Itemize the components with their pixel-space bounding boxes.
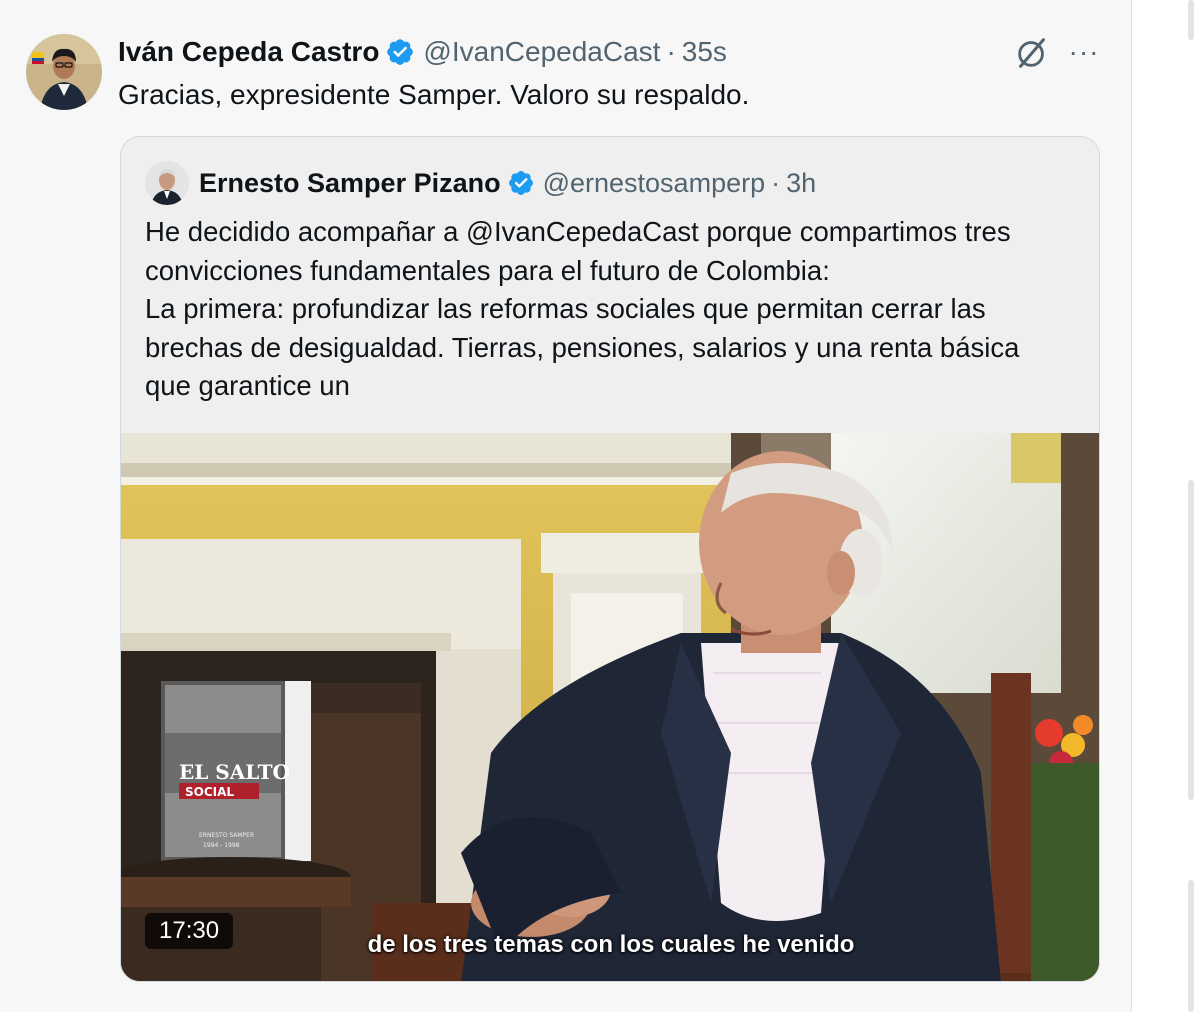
book-title: EL SALTO [179, 760, 290, 784]
video-player[interactable]: EL SALTO SOCIAL ERNESTO SAMPER 1994 - 19… [121, 433, 1099, 981]
tweet-timestamp[interactable]: 35s [682, 36, 727, 68]
book-years: 1994 - 1998 [203, 842, 240, 849]
timeline-feed: Iván Cepeda Castro @IvanCepedaCast · 35s… [0, 0, 1132, 1012]
quoted-text-line: que garantice un [145, 370, 350, 401]
tweet[interactable]: Iván Cepeda Castro @IvanCepedaCast · 35s… [0, 0, 1132, 1012]
author-avatar[interactable] [26, 34, 102, 110]
quoted-text: He decidido acompañar a @IvanCepedaCast … [145, 213, 1085, 406]
grok-slash-icon[interactable] [1012, 34, 1052, 72]
author-name[interactable]: Iván Cepeda Castro [118, 36, 379, 68]
verified-badge-icon[interactable] [507, 169, 535, 197]
quoted-text-line: brechas de desigualdad. Tierras, pension… [145, 331, 1020, 363]
book-author: ERNESTO SAMPER [199, 832, 254, 839]
quoted-text-line: He decidido acompañar a @IvanCepedaCast … [145, 216, 1011, 247]
author-handle[interactable]: @IvanCepedaCast [423, 36, 660, 68]
scrollbar-segment[interactable] [1188, 880, 1194, 1012]
quoted-author-name[interactable]: Ernesto Samper Pizano [199, 168, 501, 199]
video-caption: de los tres temas con los cuales he veni… [367, 931, 855, 958]
quoted-author-avatar[interactable] [145, 161, 189, 205]
quoted-author-handle[interactable]: @ernestosamperp [543, 168, 766, 199]
verified-badge-icon[interactable] [385, 37, 415, 67]
more-icon[interactable]: ··· [1064, 34, 1104, 70]
tweet-text: Gracias, expresidente Samper. Valoro su … [118, 79, 750, 110]
quoted-text-line: convicciones fundamentales para el futur… [145, 254, 830, 286]
book-subtitle: SOCIAL [185, 785, 234, 799]
quoted-header: Ernesto Samper Pizano @ernestosamperp · … [199, 165, 816, 201]
separator-dot: · [771, 167, 781, 198]
quoted-timestamp[interactable]: 3h [786, 168, 816, 199]
quoted-text-line: La primera: profundizar las reformas soc… [145, 293, 986, 324]
separator-dot: · [666, 36, 676, 67]
scrollbar-thumb[interactable] [1188, 480, 1194, 800]
scrollbar-segment[interactable] [1188, 0, 1194, 40]
tweet-header: Iván Cepeda Castro @IvanCepedaCast · 35s [118, 34, 727, 70]
video-frame: EL SALTO SOCIAL ERNESTO SAMPER 1994 - 19… [121, 433, 1099, 981]
quoted-tweet[interactable]: Ernesto Samper Pizano @ernestosamperp · … [120, 136, 1100, 982]
right-sidebar [1132, 0, 1200, 1012]
